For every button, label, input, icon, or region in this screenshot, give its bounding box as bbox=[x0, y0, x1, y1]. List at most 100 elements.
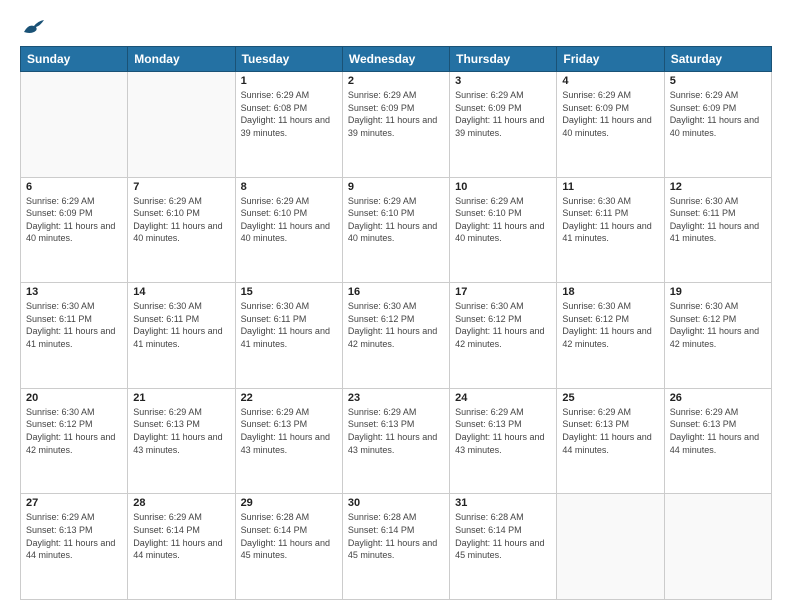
calendar-cell: 24 Sunrise: 6:29 AM Sunset: 6:13 PM Dayli… bbox=[450, 388, 557, 494]
day-number: 23 bbox=[348, 392, 444, 404]
day-number: 29 bbox=[241, 497, 337, 509]
calendar-cell bbox=[128, 72, 235, 178]
day-info: Sunrise: 6:30 AM Sunset: 6:11 PM Dayligh… bbox=[670, 195, 766, 245]
weekday-header-thursday: Thursday bbox=[450, 47, 557, 72]
calendar-cell: 22 Sunrise: 6:29 AM Sunset: 6:13 PM Dayli… bbox=[235, 388, 342, 494]
day-number: 10 bbox=[455, 181, 551, 193]
day-info: Sunrise: 6:28 AM Sunset: 6:14 PM Dayligh… bbox=[348, 511, 444, 561]
day-info: Sunrise: 6:29 AM Sunset: 6:13 PM Dayligh… bbox=[348, 406, 444, 456]
day-info: Sunrise: 6:30 AM Sunset: 6:12 PM Dayligh… bbox=[26, 406, 122, 456]
calendar-cell: 25 Sunrise: 6:29 AM Sunset: 6:13 PM Dayli… bbox=[557, 388, 664, 494]
calendar-cell: 15Sunrise: 6:30 AM Sunset: 6:11 PM Dayli… bbox=[235, 283, 342, 389]
day-number: 30 bbox=[348, 497, 444, 509]
day-number: 28 bbox=[133, 497, 229, 509]
day-info: Sunrise: 6:29 AM Sunset: 6:13 PM Dayligh… bbox=[241, 406, 337, 456]
day-info: Sunrise: 6:29 AM Sunset: 6:09 PM Dayligh… bbox=[455, 89, 551, 139]
day-number: 24 bbox=[455, 392, 551, 404]
calendar-table: SundayMondayTuesdayWednesdayThursdayFrid… bbox=[20, 46, 772, 600]
week-row-2: 13 Sunrise: 6:30 AM Sunset: 6:11 PM Dayli… bbox=[21, 283, 772, 389]
calendar-cell: 21 Sunrise: 6:29 AM Sunset: 6:13 PM Dayli… bbox=[128, 388, 235, 494]
day-info: Sunrise: 6:30 AM Sunset: 6:12 PM Dayligh… bbox=[348, 300, 444, 350]
week-row-3: 20 Sunrise: 6:30 AM Sunset: 6:12 PM Dayli… bbox=[21, 388, 772, 494]
day-info: Sunrise: 6:29 AM Sunset: 6:13 PM Dayligh… bbox=[670, 406, 766, 456]
calendar-cell: 17 Sunrise: 6:30 AM Sunset: 6:12 PM Dayli… bbox=[450, 283, 557, 389]
day-number: 20 bbox=[26, 392, 122, 404]
weekday-header-sunday: Sunday bbox=[21, 47, 128, 72]
calendar-cell: 20 Sunrise: 6:30 AM Sunset: 6:12 PM Dayli… bbox=[21, 388, 128, 494]
calendar-cell: 4 Sunrise: 6:29 AM Sunset: 6:09 PM Daylig… bbox=[557, 72, 664, 178]
week-row-0: 1Sunrise: 6:29 AM Sunset: 6:08 PM Daylig… bbox=[21, 72, 772, 178]
day-info: Sunrise: 6:29 AM Sunset: 6:09 PM Dayligh… bbox=[562, 89, 658, 139]
calendar-cell: 23 Sunrise: 6:29 AM Sunset: 6:13 PM Dayli… bbox=[342, 388, 449, 494]
calendar-cell: 10Sunrise: 6:29 AM Sunset: 6:10 PM Dayli… bbox=[450, 177, 557, 283]
day-info: Sunrise: 6:30 AM Sunset: 6:12 PM Dayligh… bbox=[562, 300, 658, 350]
day-info: Sunrise: 6:28 AM Sunset: 6:14 PM Dayligh… bbox=[455, 511, 551, 561]
day-number: 17 bbox=[455, 286, 551, 298]
day-number: 21 bbox=[133, 392, 229, 404]
day-number: 6 bbox=[26, 181, 122, 193]
day-info: Sunrise: 6:29 AM Sunset: 6:09 PM Dayligh… bbox=[670, 89, 766, 139]
day-number: 25 bbox=[562, 392, 658, 404]
calendar-cell: 6 Sunrise: 6:29 AM Sunset: 6:09 PM Daylig… bbox=[21, 177, 128, 283]
day-info: Sunrise: 6:28 AM Sunset: 6:14 PM Dayligh… bbox=[241, 511, 337, 561]
calendar-cell: 28Sunrise: 6:29 AM Sunset: 6:14 PM Dayli… bbox=[128, 494, 235, 600]
day-number: 14 bbox=[133, 286, 229, 298]
day-info: Sunrise: 6:29 AM Sunset: 6:13 PM Dayligh… bbox=[455, 406, 551, 456]
logo bbox=[20, 18, 44, 36]
weekday-header-tuesday: Tuesday bbox=[235, 47, 342, 72]
day-number: 22 bbox=[241, 392, 337, 404]
day-info: Sunrise: 6:30 AM Sunset: 6:11 PM Dayligh… bbox=[26, 300, 122, 350]
weekday-header-friday: Friday bbox=[557, 47, 664, 72]
calendar-cell: 27 Sunrise: 6:29 AM Sunset: 6:13 PM Dayli… bbox=[21, 494, 128, 600]
day-number: 27 bbox=[26, 497, 122, 509]
weekday-header-row: SundayMondayTuesdayWednesdayThursdayFrid… bbox=[21, 47, 772, 72]
calendar-cell: 30 Sunrise: 6:28 AM Sunset: 6:14 PM Dayli… bbox=[342, 494, 449, 600]
calendar-cell: 9Sunrise: 6:29 AM Sunset: 6:10 PM Daylig… bbox=[342, 177, 449, 283]
calendar-cell: 19 Sunrise: 6:30 AM Sunset: 6:12 PM Dayli… bbox=[664, 283, 771, 389]
day-number: 12 bbox=[670, 181, 766, 193]
calendar-cell: 26Sunrise: 6:29 AM Sunset: 6:13 PM Dayli… bbox=[664, 388, 771, 494]
logo-bird-icon bbox=[22, 18, 44, 36]
calendar-cell: 12 Sunrise: 6:30 AM Sunset: 6:11 PM Dayli… bbox=[664, 177, 771, 283]
day-number: 13 bbox=[26, 286, 122, 298]
weekday-header-wednesday: Wednesday bbox=[342, 47, 449, 72]
day-info: Sunrise: 6:30 AM Sunset: 6:12 PM Dayligh… bbox=[455, 300, 551, 350]
day-info: Sunrise: 6:30 AM Sunset: 6:11 PM Dayligh… bbox=[562, 195, 658, 245]
calendar-cell: 5Sunrise: 6:29 AM Sunset: 6:09 PM Daylig… bbox=[664, 72, 771, 178]
day-number: 9 bbox=[348, 181, 444, 193]
day-info: Sunrise: 6:29 AM Sunset: 6:09 PM Dayligh… bbox=[26, 195, 122, 245]
calendar-cell: 2Sunrise: 6:29 AM Sunset: 6:09 PM Daylig… bbox=[342, 72, 449, 178]
day-info: Sunrise: 6:29 AM Sunset: 6:13 PM Dayligh… bbox=[562, 406, 658, 456]
day-number: 8 bbox=[241, 181, 337, 193]
calendar-cell: 14 Sunrise: 6:30 AM Sunset: 6:11 PM Dayli… bbox=[128, 283, 235, 389]
day-number: 19 bbox=[670, 286, 766, 298]
day-info: Sunrise: 6:30 AM Sunset: 6:12 PM Dayligh… bbox=[670, 300, 766, 350]
day-info: Sunrise: 6:29 AM Sunset: 6:08 PM Dayligh… bbox=[241, 89, 337, 139]
day-number: 7 bbox=[133, 181, 229, 193]
week-row-1: 6 Sunrise: 6:29 AM Sunset: 6:09 PM Daylig… bbox=[21, 177, 772, 283]
calendar-cell: 1Sunrise: 6:29 AM Sunset: 6:08 PM Daylig… bbox=[235, 72, 342, 178]
header bbox=[20, 18, 772, 36]
week-row-4: 27 Sunrise: 6:29 AM Sunset: 6:13 PM Dayli… bbox=[21, 494, 772, 600]
day-info: Sunrise: 6:29 AM Sunset: 6:13 PM Dayligh… bbox=[26, 511, 122, 561]
calendar-cell: 3Sunrise: 6:29 AM Sunset: 6:09 PM Daylig… bbox=[450, 72, 557, 178]
day-info: Sunrise: 6:29 AM Sunset: 6:09 PM Dayligh… bbox=[348, 89, 444, 139]
calendar-cell bbox=[557, 494, 664, 600]
day-number: 4 bbox=[562, 75, 658, 87]
calendar-cell: 7 Sunrise: 6:29 AM Sunset: 6:10 PM Daylig… bbox=[128, 177, 235, 283]
day-info: Sunrise: 6:30 AM Sunset: 6:11 PM Dayligh… bbox=[241, 300, 337, 350]
calendar-cell bbox=[21, 72, 128, 178]
day-number: 31 bbox=[455, 497, 551, 509]
calendar-cell: 29 Sunrise: 6:28 AM Sunset: 6:14 PM Dayli… bbox=[235, 494, 342, 600]
day-number: 11 bbox=[562, 181, 658, 193]
calendar-cell: 18Sunrise: 6:30 AM Sunset: 6:12 PM Dayli… bbox=[557, 283, 664, 389]
weekday-header-saturday: Saturday bbox=[664, 47, 771, 72]
calendar-cell: 16Sunrise: 6:30 AM Sunset: 6:12 PM Dayli… bbox=[342, 283, 449, 389]
day-info: Sunrise: 6:30 AM Sunset: 6:11 PM Dayligh… bbox=[133, 300, 229, 350]
calendar-cell: 8Sunrise: 6:29 AM Sunset: 6:10 PM Daylig… bbox=[235, 177, 342, 283]
calendar-cell: 31 Sunrise: 6:28 AM Sunset: 6:14 PM Dayli… bbox=[450, 494, 557, 600]
day-info: Sunrise: 6:29 AM Sunset: 6:10 PM Dayligh… bbox=[133, 195, 229, 245]
day-info: Sunrise: 6:29 AM Sunset: 6:13 PM Dayligh… bbox=[133, 406, 229, 456]
page: SundayMondayTuesdayWednesdayThursdayFrid… bbox=[0, 0, 792, 612]
calendar-cell bbox=[664, 494, 771, 600]
